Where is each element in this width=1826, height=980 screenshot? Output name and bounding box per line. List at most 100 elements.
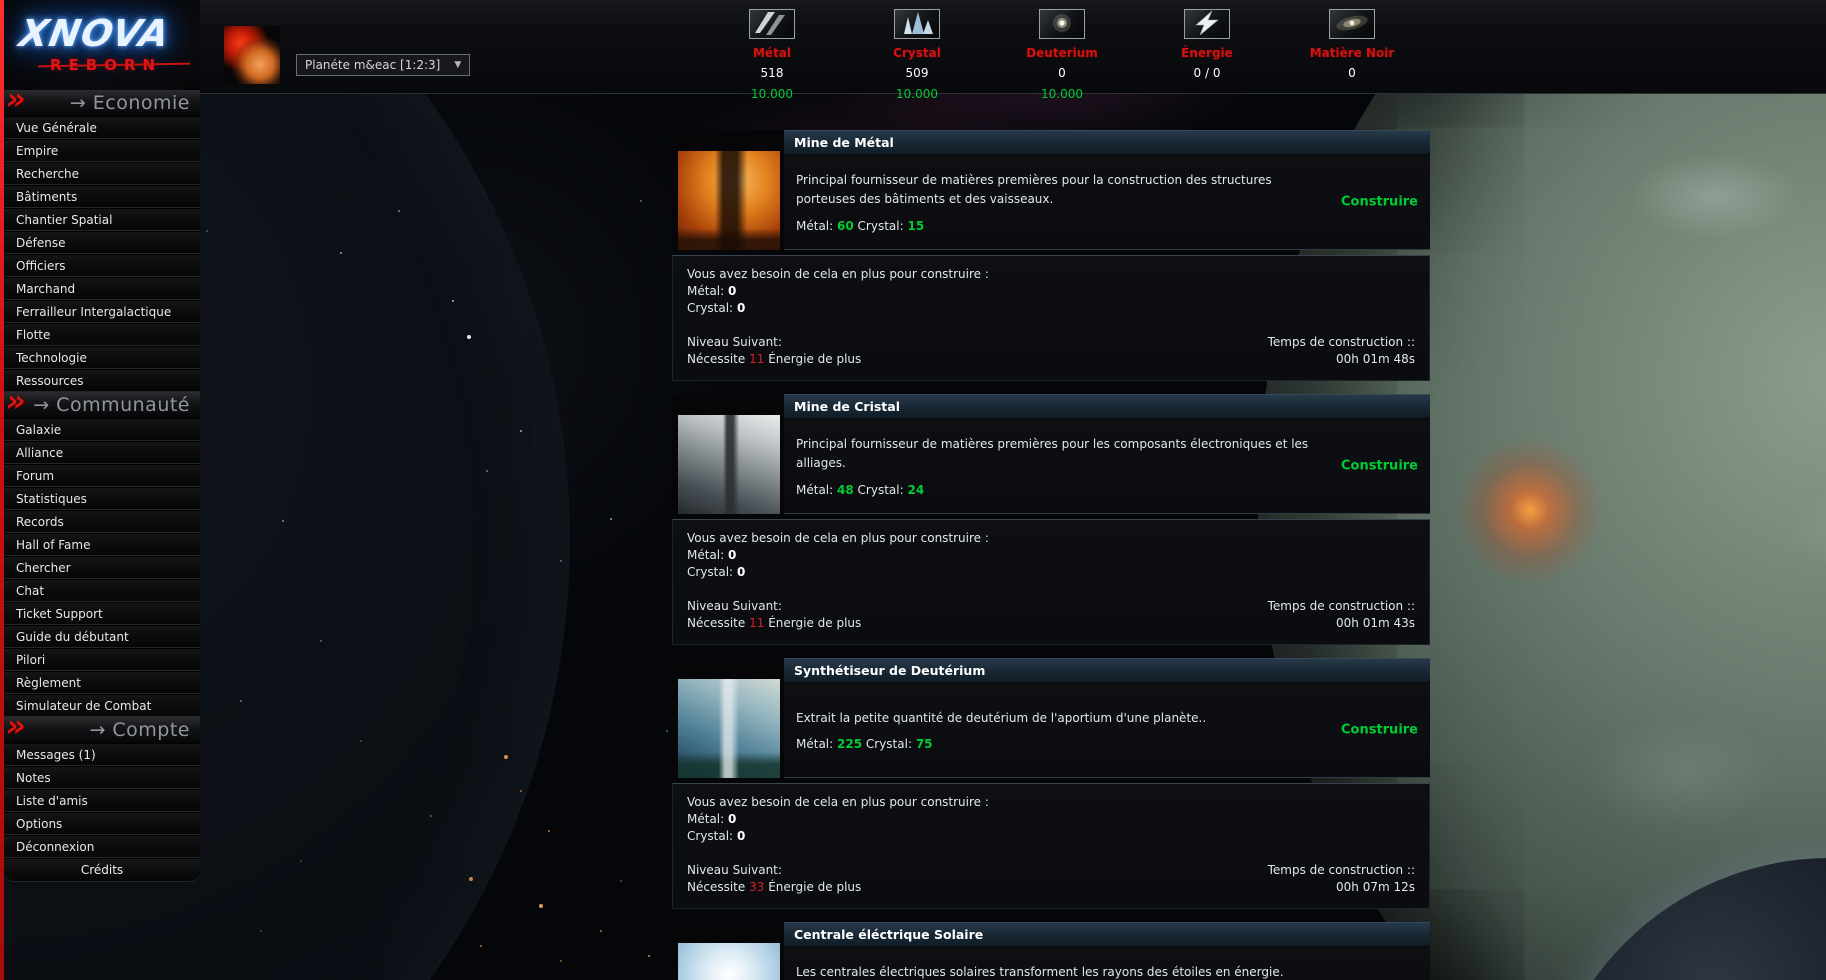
resource-name: Métal (712, 46, 832, 60)
building-title: Mine de Cristal (784, 394, 1430, 419)
resource-amount: 0 (1292, 66, 1412, 80)
requirements-intro: Vous avez besoin de cela en plus pour co… (687, 530, 989, 547)
construction-time-value: 00h 01m 43s (1268, 615, 1415, 632)
sidebar-item-ressources[interactable]: Ressources (4, 369, 200, 392)
resource-amount: 509 (857, 66, 977, 80)
construction-time-label: Temps de construction :: (1268, 598, 1415, 615)
requirements-intro: Vous avez besoin de cela en plus pour co… (687, 794, 989, 811)
deuterium-synthesizer-image[interactable] (678, 679, 780, 778)
building-cost: Métal: 48 Crystal: 24 (796, 483, 1312, 497)
energy-icon (1187, 10, 1227, 39)
sidebar-item-vue-g-n-rale[interactable]: Vue Générale (4, 116, 200, 139)
sidebar-item-alliance[interactable]: Alliance (4, 441, 200, 464)
sidebar-item-forum[interactable]: Forum (4, 464, 200, 487)
construction-time-label: Temps de construction :: (1268, 334, 1415, 351)
logo-subtitle: REBORN (50, 56, 162, 74)
sidebar-item-pilori[interactable]: Pilori (4, 648, 200, 671)
next-level-label: Niveau Suivant: (687, 334, 989, 351)
planet-selector-value: Planéte m&eac [1:2:3] (305, 58, 440, 72)
sidebar-item-simulateur-de-combat[interactable]: Simulateur de Combat (4, 694, 200, 717)
next-level-label: Niveau Suivant: (687, 598, 989, 615)
sidebar-item-empire[interactable]: Empire (4, 139, 200, 162)
crystal-mine-image[interactable] (678, 415, 780, 514)
construction-time-value: 00h 01m 48s (1268, 351, 1415, 368)
building-description: Principal fournisseur de matières premiè… (796, 171, 1312, 208)
building-requirements: Vous avez besoin de cela en plus pour co… (672, 519, 1430, 645)
requirements-intro: Vous avez besoin de cela en plus pour co… (687, 266, 989, 283)
sidebar-item-b-timents[interactable]: Bâtiments (4, 185, 200, 208)
sidebar-item-technologie[interactable]: Technologie (4, 346, 200, 369)
sidebar: » → Economie Vue GénéraleEmpireRecherche… (4, 90, 200, 882)
resource-amount: 518 (712, 66, 832, 80)
background-orange-glow (1455, 435, 1605, 585)
building-description: Extrait la petite quantité de deutérium … (796, 709, 1312, 728)
sidebar-item-liste-d-amis[interactable]: Liste d'amis (4, 789, 200, 812)
building-requirements: Vous avez besoin de cela en plus pour co… (672, 255, 1430, 381)
logo[interactable]: XNOVA REBORN (4, 0, 200, 90)
sidebar-item-records[interactable]: Records (4, 510, 200, 533)
sidebar-item-messages-1[interactable]: Messages (1) (4, 743, 200, 766)
sidebar-item-chat[interactable]: Chat (4, 579, 200, 602)
sidebar-item-hall-of-fame[interactable]: Hall of Fame (4, 533, 200, 556)
resource-amount: 0 / 0 (1147, 66, 1267, 80)
building-block: Mine de Métal Principal fournisseur de m… (672, 130, 1430, 381)
metal-mine-image[interactable] (678, 151, 780, 250)
building-title: Synthétiseur de Deutérium (784, 658, 1430, 683)
sidebar-item-d-fense[interactable]: Défense (4, 231, 200, 254)
resource-name: Énergie (1147, 46, 1267, 60)
planet-selector[interactable]: Planéte m&eac [1:2:3] ▼ (296, 54, 470, 76)
construction-time-value: 00h 07m 12s (1268, 879, 1415, 896)
resource-energy: Énergie 0 / 0 (1147, 9, 1267, 101)
resource-amount: 0 (1002, 66, 1122, 80)
resource-dark-matter: Matière Noir 0 (1292, 9, 1412, 101)
resource-name: Crystal (857, 46, 977, 60)
sidebar-item-ticket-support[interactable]: Ticket Support (4, 602, 200, 625)
crystal-icon (897, 10, 937, 39)
sidebar-item-flotte[interactable]: Flotte (4, 323, 200, 346)
resource-deuterium: Deuterium 0 10.000 (1002, 9, 1122, 101)
sidebar-item-chercher[interactable]: Chercher (4, 556, 200, 579)
construire-link[interactable]: Construire (1341, 459, 1418, 474)
energy-requirement: Nécessite 11 Énergie de plus (687, 615, 989, 632)
resource-bar: Métal 518 10.000 Crystal 509 10.000 Deut… (712, 9, 1412, 101)
energy-requirement: Nécessite 11 Énergie de plus (687, 351, 989, 368)
sidebar-section-header: » → Communauté (4, 392, 200, 418)
construire-link[interactable]: Construire (1341, 195, 1418, 210)
building-title: Mine de Métal (784, 130, 1430, 155)
resource-crystal: Crystal 509 10.000 (857, 9, 977, 101)
sidebar-section-header: » → Compte (4, 717, 200, 743)
sidebar-item-statistiques[interactable]: Statistiques (4, 487, 200, 510)
sidebar-item-notes[interactable]: Notes (4, 766, 200, 789)
building-block: Centrale éléctrique Solaire Les centrale… (672, 922, 1430, 980)
double-chevron-icon: » (6, 717, 26, 737)
building-block: Synthétiseur de Deutérium Extrait la pet… (672, 658, 1430, 909)
building-block: Mine de Cristal Principal fournisseur de… (672, 394, 1430, 645)
sidebar-item-d-connexion[interactable]: Déconnexion (4, 835, 200, 858)
sidebar-item-options[interactable]: Options (4, 812, 200, 835)
resource-name: Deuterium (1002, 46, 1122, 60)
sidebar-credits-link[interactable]: Crédits (4, 858, 200, 882)
sidebar-item-recherche[interactable]: Recherche (4, 162, 200, 185)
dark-matter-icon (1332, 10, 1372, 39)
left-red-stripe (0, 0, 4, 980)
sidebar-item-galaxie[interactable]: Galaxie (4, 418, 200, 441)
sidebar-item-r-glement[interactable]: Règlement (4, 671, 200, 694)
sidebar-item-chantier-spatial[interactable]: Chantier Spatial (4, 208, 200, 231)
sidebar-item-ferrailleur-intergalactique[interactable]: Ferrailleur Intergalactique (4, 300, 200, 323)
building-cost: Métal: 225 Crystal: 75 (796, 737, 1312, 751)
resource-capacity: 10.000 (1002, 87, 1122, 101)
sidebar-item-officiers[interactable]: Officiers (4, 254, 200, 277)
building-cost: Métal: 60 Crystal: 15 (796, 219, 1312, 233)
sidebar-item-guide-du-d-butant[interactable]: Guide du débutant (4, 625, 200, 648)
sidebar-section-title: → Communauté (33, 394, 190, 416)
resource-name: Matière Noir (1292, 46, 1412, 60)
planet-thumbnail[interactable] (224, 26, 280, 84)
sidebar-section-title: → Compte (89, 719, 190, 741)
resource-metal: Métal 518 10.000 (712, 9, 832, 101)
building-description: Les centrales électriques solaires trans… (796, 963, 1312, 980)
sidebar-item-marchand[interactable]: Marchand (4, 277, 200, 300)
solar-plant-image[interactable] (678, 943, 780, 980)
chevron-down-icon: ▼ (454, 60, 461, 70)
resource-capacity: 10.000 (857, 87, 977, 101)
construire-link[interactable]: Construire (1341, 723, 1418, 738)
